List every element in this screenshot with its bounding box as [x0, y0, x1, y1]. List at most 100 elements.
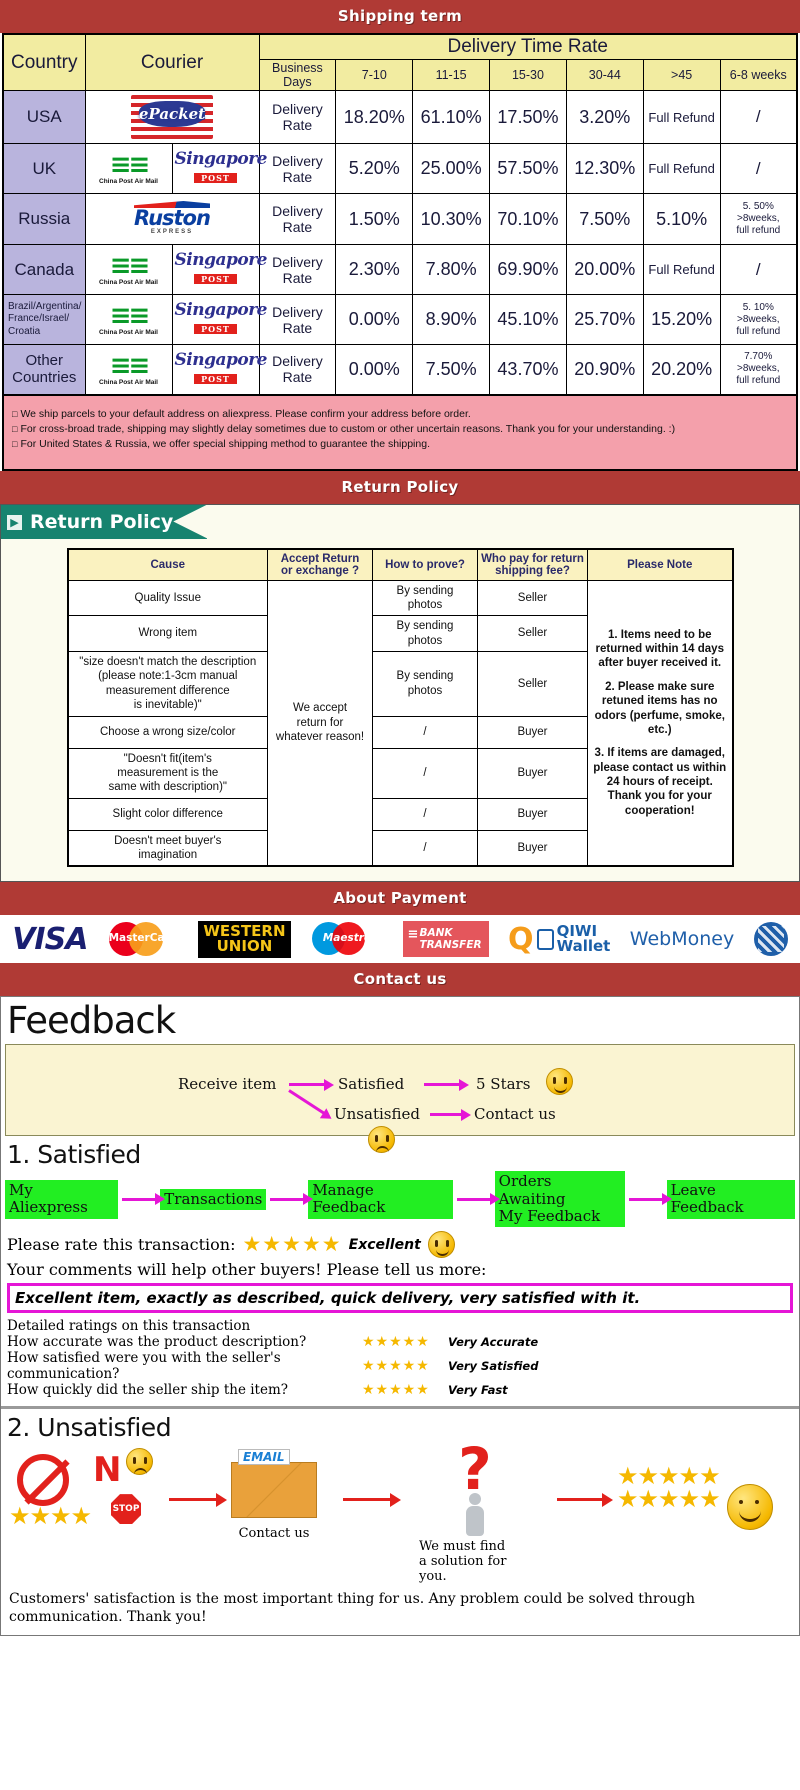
ruston-label: Ruston [134, 206, 211, 230]
post-badge: POST [194, 173, 237, 184]
detailed-rating-row: How quickly did the seller ship the item… [7, 1382, 793, 1398]
bad-rating-stars: ★★★★ [9, 1503, 92, 1531]
contact-us-caption: Contact us [238, 1526, 310, 1542]
please-note-3: 3. If items are damaged, please contact … [593, 747, 727, 817]
row-country-other: Other Countries [2, 344, 86, 395]
good-rating-stars-row-2: ★★★★★ [617, 1485, 721, 1513]
rate-15-30: 45.10% [489, 294, 567, 345]
rate-over-45: Full Refund [642, 244, 721, 295]
ruston-swoosh [134, 201, 210, 208]
delivery-rate-label: Delivery Rate [258, 294, 337, 345]
rating-stars[interactable]: ★★★★★ [242, 1234, 341, 1255]
rate-over-45: Full Refund [642, 143, 721, 194]
rate-7-10: 5.20% [335, 143, 414, 194]
cause-wrong-size-color: Choose a wrong size/color [67, 715, 268, 749]
step-manage-feedback[interactable]: Manage Feedback [308, 1180, 453, 1219]
courier-cell: Singapore POST [171, 244, 268, 295]
flow-arrow-2 [424, 1078, 469, 1091]
table-row: Quality Issue We accept return for whate… [67, 579, 733, 867]
courier-cell [84, 90, 260, 144]
prove-cell: By sending photos [372, 651, 478, 717]
rate-11-15: 10.30% [412, 193, 491, 245]
detailed-rating-row: How accurate was the product description… [7, 1334, 793, 1350]
stop-sign-icon: STOP [111, 1494, 141, 1525]
col-header-country: Country [2, 33, 86, 91]
bad-rating-group: ★★★★ [9, 1454, 92, 1531]
rating-question-communication: How satisfied were you with the seller's… [7, 1350, 281, 1383]
return-policy-tab-label: Return Policy [30, 510, 174, 533]
rate-11-15: 61.10% [412, 90, 491, 144]
please-note-2: 2. Please make sure retuned items has no… [594, 680, 725, 736]
rating-word: Excellent [348, 1236, 421, 1253]
return-policy-body: ▶ Return Policy Cause Accept Return or ex… [0, 503, 800, 883]
flow-satisfied: Satisfied [338, 1075, 405, 1094]
question-mark-icon: ? [458, 1435, 492, 1504]
rating-stars-communication[interactable]: ★★★★★ [362, 1358, 448, 1374]
rate-7-10: 0.00% [335, 294, 414, 345]
table-header-row: Country Courier Delivery Time Rate [2, 33, 798, 91]
rate-30-44: 20.00% [565, 244, 644, 295]
table-row: UK ≡≡ China Post Air Mail Singapore POST… [2, 143, 798, 194]
china-post-label: China Post Air Mail [99, 177, 158, 185]
feedback-flow-diagram: Receive item Satisfied 5 Stars Unsatisfi… [5, 1044, 795, 1154]
singapore-post-logo: Singapore POST [174, 300, 268, 337]
rate-11-15: 7.50% [412, 344, 491, 395]
satisfied-heading: 1. Satisfied [7, 1140, 141, 1170]
col-header-6-8-weeks: 6-8 weeks [719, 59, 798, 91]
table-header-row: Cause Accept Return or exchange ? How to… [67, 548, 733, 581]
ruston-sub-label: EXPRESS [150, 229, 194, 235]
courier-cell: Singapore POST [171, 143, 268, 194]
no-letter: N [93, 1450, 122, 1491]
courier-cell: Singapore POST [171, 294, 268, 345]
comment-text-box[interactable]: Excellent item, exactly as described, qu… [7, 1283, 793, 1314]
solution-caption: We must find a solution for you. [419, 1538, 507, 1584]
western-union-label-2: UNION [216, 937, 273, 956]
rating-stars-accuracy[interactable]: ★★★★★ [362, 1334, 448, 1350]
flow-arrow-1 [289, 1078, 334, 1091]
arrow-right-icon: ▶ [7, 514, 22, 530]
table-row: Other Countries ≡≡ China Post Air Mail S… [2, 344, 798, 395]
col-header-30-44: 30-44 [565, 59, 644, 91]
delivery-rate-label: Delivery Rate [258, 193, 337, 245]
contact-us-banner: Contact us [0, 963, 800, 997]
delivery-rate-label: Delivery Rate [258, 344, 337, 395]
step-my-aliexpress[interactable]: My Aliexpress [5, 1180, 119, 1219]
bank-transfer-label-2: TRANSFER [419, 939, 482, 952]
rate-over-45: 5.10% [642, 193, 721, 245]
rate-11-15: 8.90% [412, 294, 491, 345]
rating-question-shipping-speed: How quickly did the seller ship the item… [7, 1382, 289, 1399]
col-header-delivery-time-rate: Delivery Time Rate [258, 33, 798, 60]
flow-contact-us: Contact us [474, 1105, 556, 1124]
cause-slight-color-difference: Slight color difference [67, 797, 268, 831]
table-row: USA Delivery Rate 18.20% 61.10% 17.50% 3… [2, 90, 798, 144]
china-post-mark: ≡≡ [109, 250, 151, 281]
page-root: Shipping term Country Courier Delivery T… [0, 0, 800, 1636]
rate-30-44: 7.50% [565, 193, 644, 245]
bank-transfer-logo: BANK TRANSFER [403, 921, 489, 958]
cause-quality-issue: Quality Issue [67, 579, 268, 617]
step-leave-feedback[interactable]: Leave Feedback [666, 1180, 795, 1219]
feedback-title: Feedback [7, 999, 176, 1043]
courier-cell: Ruston EXPRESS [84, 193, 260, 245]
good-rating-group: ★★★★★ ★★★★★ [617, 1465, 721, 1513]
table-row: Russia Ruston EXPRESS Delivery Rate 1.50… [2, 193, 798, 245]
detailed-ratings-heading: Detailed ratings on this transaction [7, 1318, 251, 1335]
flow-arrow-4 [430, 1108, 471, 1121]
cause-size-mismatch: "size doesn't match the description (ple… [67, 651, 268, 717]
rating-stars-shipping-speed[interactable]: ★★★★★ [362, 1382, 448, 1398]
step-transactions[interactable]: Transactions [160, 1188, 267, 1210]
singapore-label: Singapore [174, 300, 268, 321]
col-header-business-days: Business Days [258, 59, 337, 91]
rate-transaction-row: Please rate this transaction: ★★★★★ Exce… [1, 1227, 799, 1259]
post-badge: POST [194, 274, 237, 285]
prove-cell: / [372, 829, 478, 867]
rate-6-8-weeks: 5. 10% >8weeks, full refund [719, 294, 798, 345]
rating-label-shipping-speed: Very Fast [448, 1383, 508, 1398]
frown-face-icon [125, 1448, 153, 1476]
china-post-mark: ≡≡ [109, 149, 151, 180]
rate-11-15: 25.00% [412, 143, 491, 194]
rate-6-8-weeks: 7.70% >8weeks, full refund [719, 344, 798, 395]
singapore-label: Singapore [174, 250, 268, 271]
feedback-section: Feedback Receive item Satisfied 5 Stars … [0, 996, 800, 1636]
step-orders-awaiting[interactable]: Orders Awaiting My Feedback [494, 1171, 625, 1228]
